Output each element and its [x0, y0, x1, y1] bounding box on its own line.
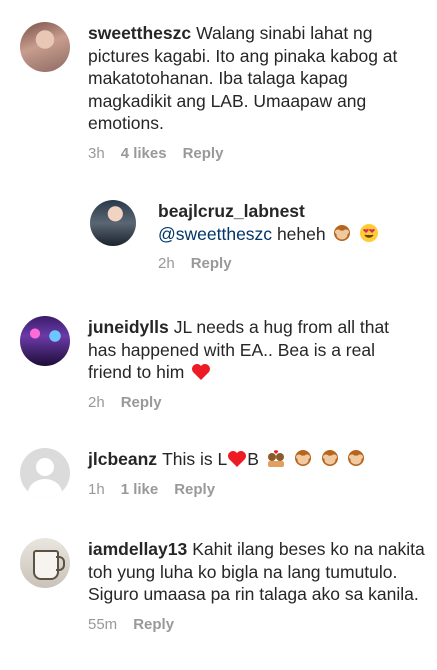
comment-body: sweettheszc Walang sinabi lahat ng pictur…: [88, 22, 420, 162]
mug-handle-picture: [56, 556, 65, 571]
comment-message-start: This is L: [162, 449, 228, 469]
comment-meta: 3h 4 likes Reply: [88, 145, 420, 162]
avatar[interactable]: [20, 316, 70, 366]
avatar[interactable]: [20, 538, 70, 588]
comment-item: iamdellay13 Kahit ilang beses ko na nakit…: [20, 538, 430, 633]
avatar[interactable]: [20, 22, 70, 72]
mention-link[interactable]: @sweettheszc: [158, 224, 272, 244]
username[interactable]: iamdellay13: [88, 539, 187, 559]
timestamp: 2h: [88, 393, 105, 411]
comment-item: juneidylls JL needs a hug from all that h…: [20, 316, 420, 411]
comment-body: jlcbeanz This is L B 1h 1 like Reply: [88, 448, 420, 498]
comments-list: sweettheszc Walang sinabi lahat ng pictur…: [0, 0, 437, 670]
reply-comment-item: beajlcruz_labnest @sweettheszc heheh 2h R…: [90, 200, 420, 272]
comment-item: jlcbeanz This is L B 1h 1 like Reply: [20, 448, 420, 498]
reply-button[interactable]: Reply: [121, 394, 162, 411]
reply-button[interactable]: Reply: [183, 145, 224, 162]
likes-count[interactable]: 4 likes: [121, 145, 167, 162]
comment-meta: 2h Reply: [158, 255, 420, 272]
reply-button[interactable]: Reply: [133, 616, 174, 633]
comment-body: juneidylls JL needs a hug from all that h…: [88, 316, 420, 411]
default-avatar-shoulders: [28, 479, 62, 498]
see-no-evil-monkey-icon: [321, 450, 338, 466]
see-no-evil-monkey-icon: [348, 450, 365, 466]
avatar[interactable]: [20, 448, 70, 498]
comment-meta: 2h Reply: [88, 394, 420, 411]
reply-button[interactable]: Reply: [174, 481, 215, 498]
avatar[interactable]: [90, 200, 136, 246]
comment-item: sweettheszc Walang sinabi lahat ng pictur…: [20, 22, 420, 162]
see-no-evil-monkey-icon: [294, 450, 311, 466]
comment-message: heheh: [276, 223, 326, 244]
timestamp: 2h: [158, 255, 175, 272]
username[interactable]: beajlcruz_labnest: [158, 200, 415, 223]
comment-meta: 55m Reply: [88, 616, 430, 633]
comment-body: iamdellay13 Kahit ilang beses ko na nakit…: [88, 538, 430, 633]
comment-body: beajlcruz_labnest @sweettheszc heheh 2h R…: [158, 200, 420, 272]
heart-eyes-face-icon: [360, 223, 379, 242]
timestamp: 1h: [88, 480, 105, 498]
red-heart-icon: [192, 364, 211, 380]
username[interactable]: juneidylls: [88, 317, 169, 337]
username[interactable]: jlcbeanz: [88, 449, 157, 469]
timestamp: 3h: [88, 144, 105, 162]
couple-with-heart-icon: [267, 450, 284, 467]
comment-text: juneidylls JL needs a hug from all that h…: [88, 316, 420, 384]
red-heart-icon: [228, 451, 247, 467]
comment-meta: 1h 1 like Reply: [88, 481, 420, 498]
default-avatar-head: [36, 458, 54, 476]
likes-count[interactable]: 1 like: [121, 481, 159, 498]
comment-message-end: B: [247, 449, 259, 469]
see-no-evil-monkey-icon: [334, 224, 351, 241]
comment-text: beajlcruz_labnest @sweettheszc heheh: [158, 200, 420, 245]
comment-text: iamdellay13 Kahit ilang beses ko na nakit…: [88, 538, 430, 606]
timestamp: 55m: [88, 615, 118, 633]
reply-button[interactable]: Reply: [191, 255, 232, 272]
comment-text: sweettheszc Walang sinabi lahat ng pictur…: [88, 22, 420, 135]
username[interactable]: sweettheszc: [88, 23, 191, 43]
comment-text: jlcbeanz This is L B: [88, 448, 420, 471]
